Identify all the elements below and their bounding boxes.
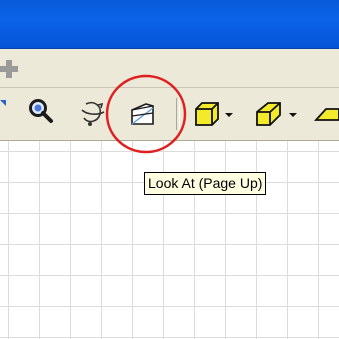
dropdown-arrow-icon[interactable] <box>288 112 298 118</box>
pointer-tool-icon[interactable] <box>0 98 10 112</box>
cube-box-icon[interactable] <box>192 100 222 128</box>
zoom-magnifier-icon[interactable] <box>26 96 56 126</box>
window-title-bar <box>0 0 339 49</box>
highlight-circle <box>105 74 187 154</box>
dropdown-arrow-icon[interactable] <box>224 112 234 118</box>
cube-wedge-icon[interactable] <box>254 100 284 128</box>
plane-icon[interactable] <box>314 104 339 124</box>
plus-icon[interactable] <box>0 58 22 80</box>
tooltip: Look At (Page Up) <box>144 172 267 195</box>
drawing-canvas-grid[interactable] <box>0 141 339 339</box>
